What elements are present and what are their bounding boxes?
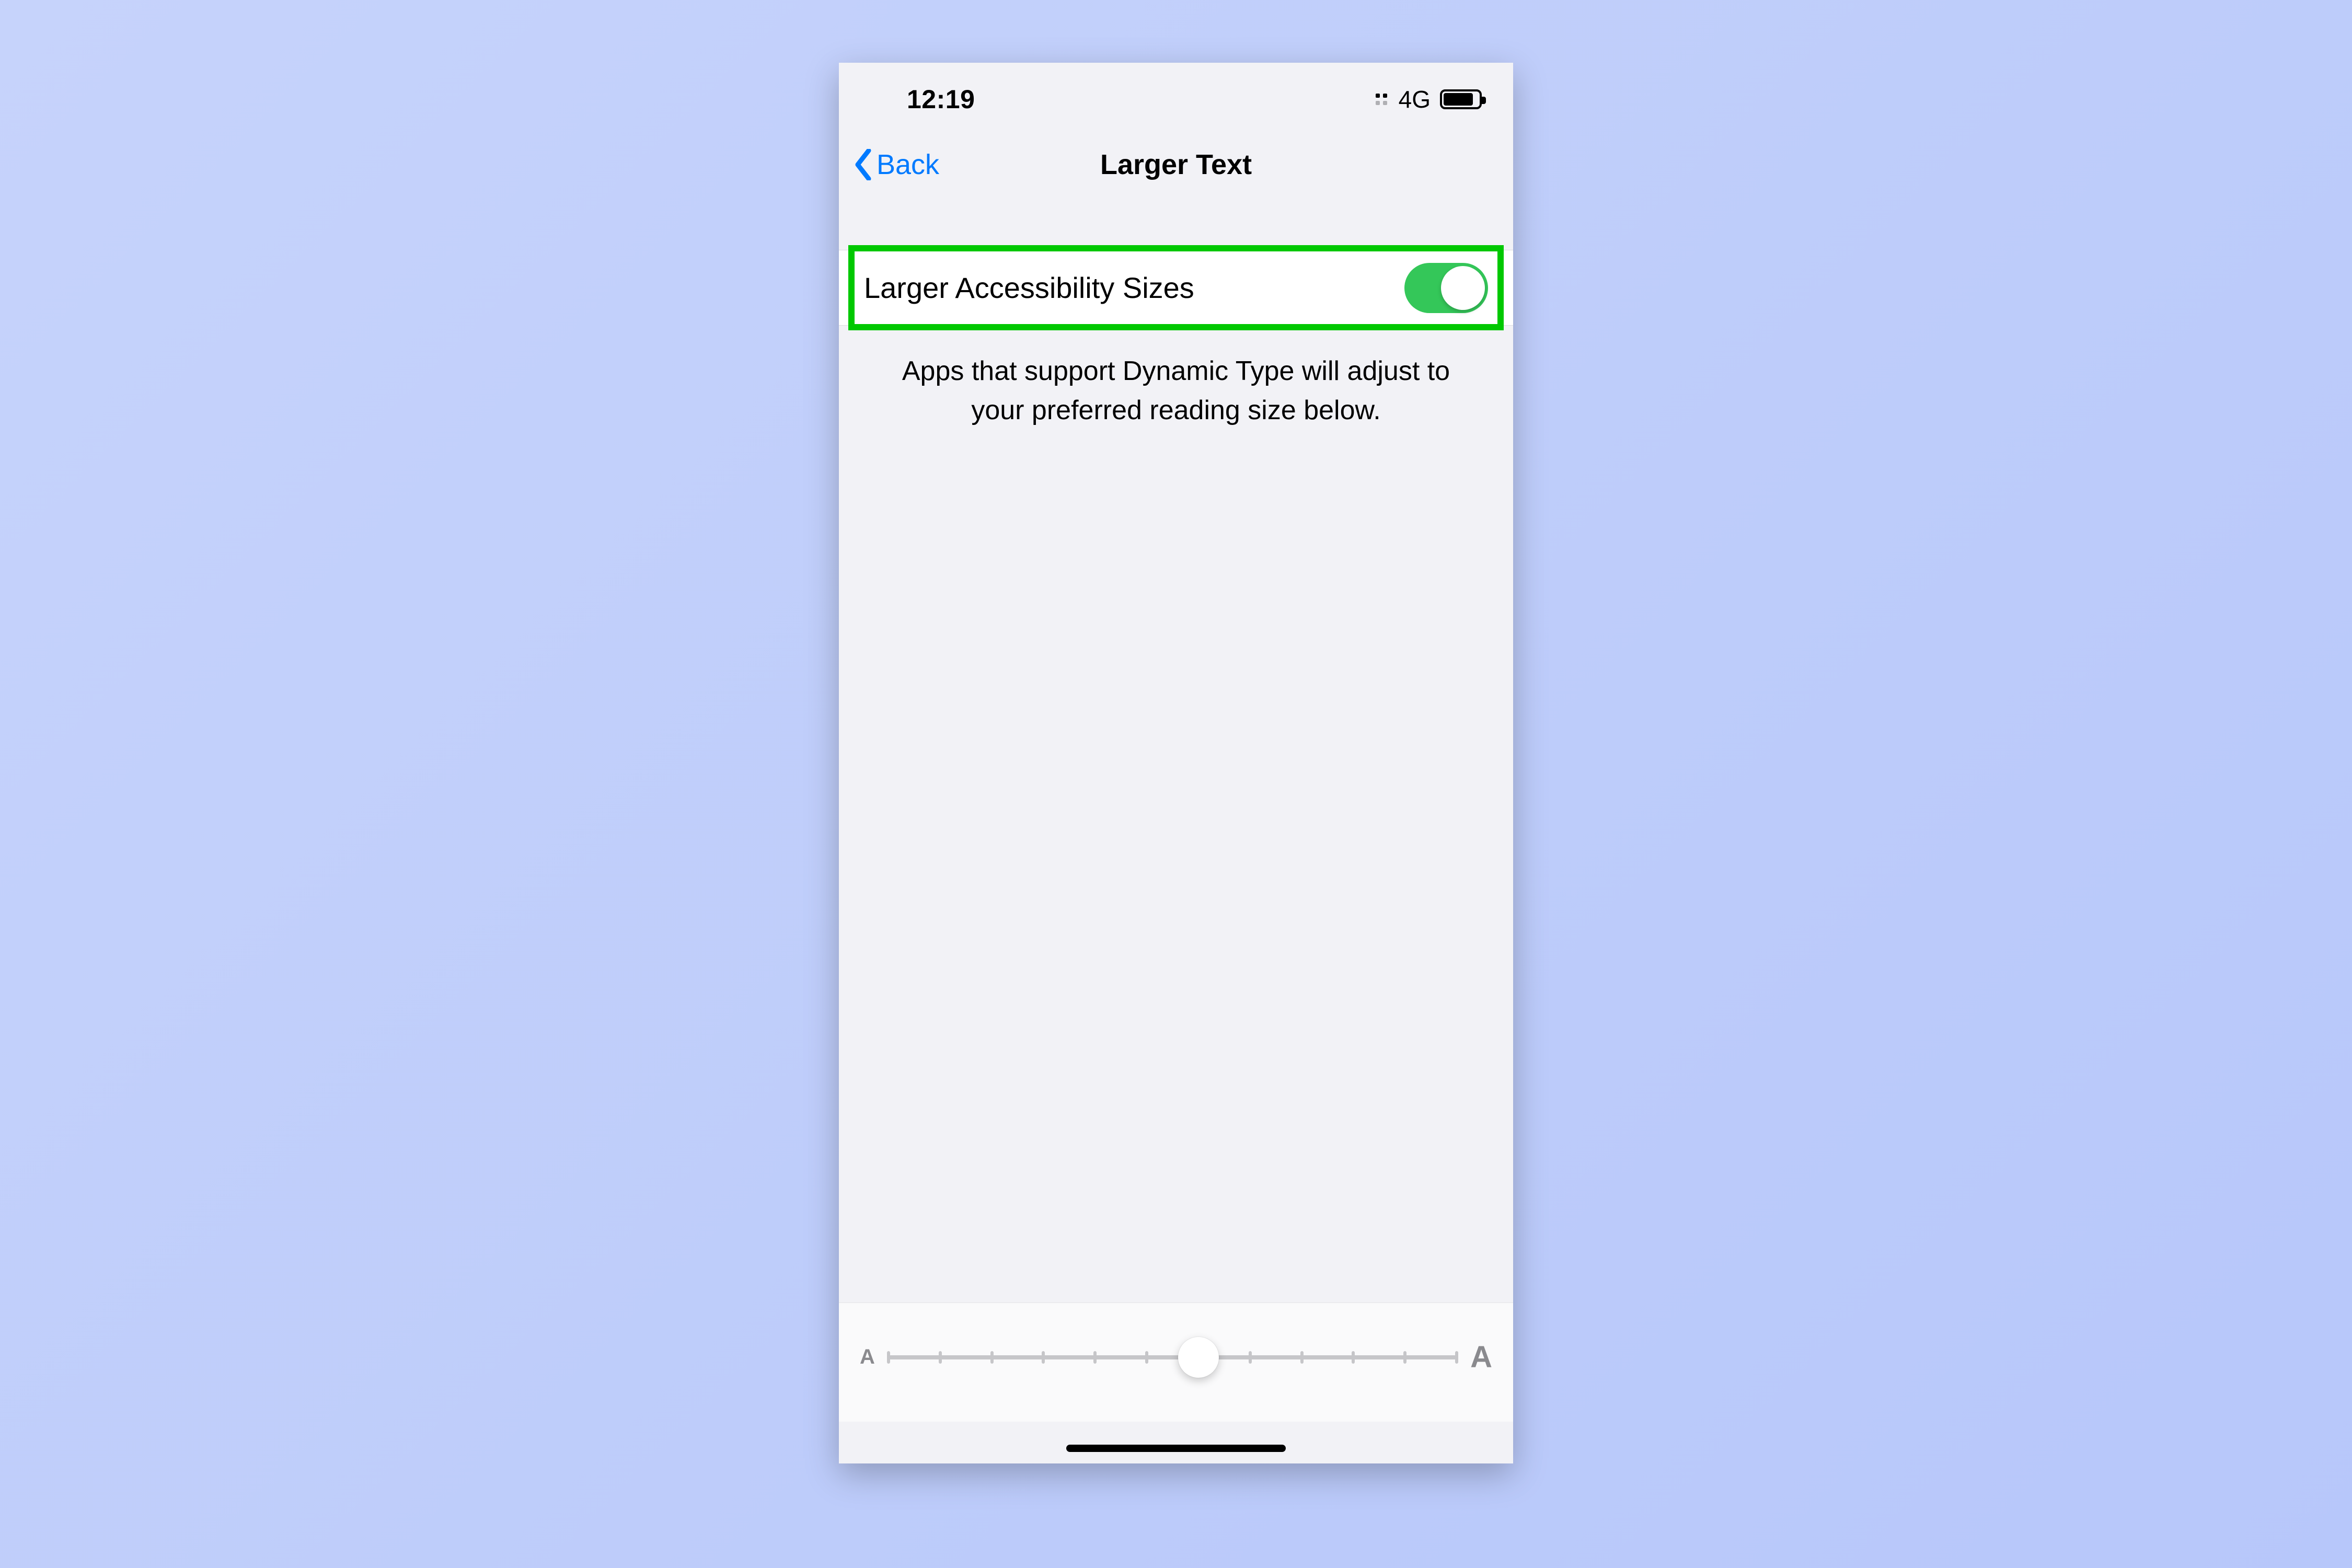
slider-tick <box>1352 1351 1355 1364</box>
group-footer-text: Apps that support Dynamic Type will adju… <box>839 326 1513 431</box>
back-button[interactable]: Back <box>855 136 939 193</box>
status-right-cluster: 4G <box>1376 85 1482 113</box>
home-indicator[interactable] <box>1066 1445 1286 1452</box>
network-type-label: 4G <box>1399 85 1431 113</box>
slider-tick <box>887 1351 890 1364</box>
larger-accessibility-sizes-label: Larger Accessibility Sizes <box>864 271 1194 305</box>
battery-icon <box>1440 89 1482 109</box>
phone-frame: 12:19 4G Back Larger Text Larger Accessi… <box>839 63 1513 1463</box>
larger-accessibility-sizes-toggle[interactable] <box>1404 263 1488 313</box>
dual-sim-signal-icon <box>1376 94 1387 105</box>
slider-tick <box>1455 1351 1458 1364</box>
settings-group: Larger Accessibility Sizes Apps that sup… <box>839 250 1513 431</box>
text-size-slider[interactable] <box>889 1355 1457 1359</box>
nav-bar: Back Larger Text <box>839 136 1513 193</box>
chevron-left-icon <box>855 149 873 180</box>
back-button-label: Back <box>877 148 939 181</box>
slider-tick <box>1249 1351 1252 1364</box>
slider-tick <box>990 1351 994 1364</box>
slider-tick <box>1145 1351 1148 1364</box>
toggle-knob <box>1441 266 1485 310</box>
status-bar: 12:19 4G <box>839 63 1513 136</box>
slider-tick <box>1300 1351 1304 1364</box>
slider-thumb[interactable] <box>1178 1337 1219 1378</box>
larger-accessibility-sizes-cell[interactable]: Larger Accessibility Sizes <box>839 250 1513 326</box>
slider-tick <box>1042 1351 1045 1364</box>
slider-tick <box>1093 1351 1097 1364</box>
slider-max-glyph: A <box>1470 1340 1492 1375</box>
slider-tick <box>1403 1351 1406 1364</box>
status-time: 12:19 <box>907 84 975 114</box>
slider-tick <box>939 1351 942 1364</box>
page-title: Larger Text <box>1100 148 1252 181</box>
text-size-slider-panel: A A <box>839 1302 1513 1422</box>
slider-min-glyph: A <box>860 1345 875 1369</box>
